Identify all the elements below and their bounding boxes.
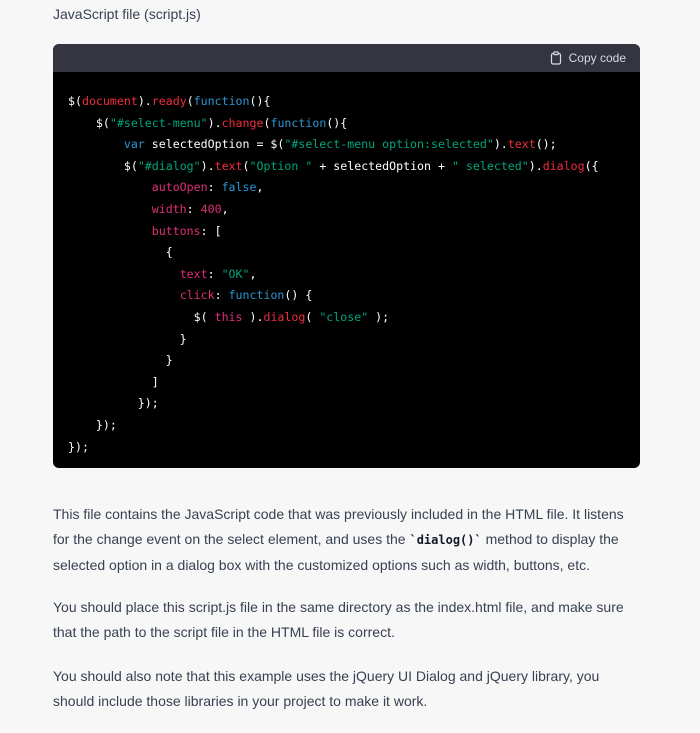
code-token: $( [68, 158, 138, 173]
code-line: } [68, 350, 625, 372]
code-token: , [249, 266, 257, 281]
clipboard-icon [549, 51, 563, 65]
code-token: ). [528, 158, 543, 173]
code-token: "#select-menu option:selected" [284, 137, 494, 152]
code-token: ( [242, 158, 250, 173]
code-token: ). [207, 115, 222, 130]
code-content: $(document).ready(function(){ $("#select… [53, 72, 640, 458]
code-line: $( this ).dialog( "close" ); [68, 307, 625, 329]
code-token: : [214, 288, 229, 303]
code-block: Copy code $(document).ready(function(){ … [53, 44, 640, 468]
code-token: false [221, 180, 257, 195]
code-line: ] [68, 372, 625, 394]
code-line: }); [68, 437, 625, 459]
code-line: $(document).ready(function(){ [68, 91, 625, 113]
code-line: }); [68, 415, 625, 437]
paragraph-explanation: This file contains the JavaScript code t… [53, 502, 643, 578]
code-token: function [270, 115, 327, 130]
code-token: : [ [200, 223, 222, 238]
code-token: + selectedOption + [312, 158, 452, 173]
copy-code-button[interactable]: Copy code [549, 51, 626, 65]
code-token: } [68, 353, 173, 368]
code-token: : [186, 201, 201, 216]
code-token: } [68, 331, 187, 346]
code-token: ] [68, 374, 159, 389]
copy-code-label: Copy code [568, 51, 626, 65]
code-token: : [207, 266, 222, 281]
code-line: text: "OK", [68, 264, 625, 286]
code-token: , [221, 201, 229, 216]
code-token: (); [535, 137, 557, 152]
code-token: () { [284, 288, 313, 303]
code-token: function [228, 288, 285, 303]
paragraph-note: You should also note that this example u… [53, 668, 600, 709]
code-token: "Option " [249, 158, 313, 173]
code-line: var selectedOption = $("#select-menu opt… [68, 134, 625, 156]
code-line: { [68, 242, 625, 264]
code-token: "close" [319, 309, 369, 324]
code-token: buttons [151, 223, 201, 238]
code-token: autoOpen [151, 180, 208, 195]
code-token: ready [151, 94, 187, 108]
code-token: "OK" [221, 266, 250, 281]
code-token: ). [242, 309, 264, 324]
code-token: }); [68, 417, 117, 432]
code-token: click [179, 288, 215, 303]
code-token: }); [68, 396, 159, 411]
code-line: $("#select-menu").change(function(){ [68, 113, 625, 135]
code-line: $("#dialog").text("Option " + selectedOp… [68, 156, 625, 178]
code-token: text [214, 158, 243, 173]
code-token: text [507, 137, 536, 152]
code-line: width: 400, [68, 199, 625, 221]
code-line: buttons: [ [68, 221, 625, 243]
code-line: }); [68, 393, 625, 415]
code-token: $( [68, 115, 110, 130]
file-title: JavaScript file (script.js) [53, 6, 201, 22]
code-token: var [123, 137, 145, 152]
code-token: change [221, 115, 264, 130]
code-token: $( [68, 94, 82, 108]
code-token: this [214, 309, 243, 324]
code-token: ). [493, 137, 508, 152]
code-token: " selected" [451, 158, 529, 173]
code-token: ( [305, 309, 320, 324]
code-token: : [207, 180, 222, 195]
code-line: autoOpen: false, [68, 177, 625, 199]
code-token: ). [200, 158, 215, 173]
code-token: (){ [326, 115, 348, 130]
code-token: $( [68, 309, 215, 324]
code-token: ); [368, 309, 390, 324]
code-header: Copy code [53, 44, 640, 72]
inline-code: `dialog()` [409, 533, 482, 547]
code-token: dialog [542, 158, 585, 173]
code-token: (){ [249, 94, 271, 108]
code-token: , [256, 180, 264, 195]
code-token: "#select-menu" [109, 115, 208, 130]
code-token: function [193, 94, 250, 108]
code-token: text [179, 266, 208, 281]
code-token: selectedOption = $( [144, 137, 285, 152]
code-token: }); [68, 439, 89, 454]
code-token: ). [137, 94, 152, 108]
code-token: dialog [263, 309, 306, 324]
code-token: width [151, 201, 187, 216]
code-token: "#dialog" [137, 158, 201, 173]
code-token: ({ [584, 158, 599, 173]
code-token: document [81, 94, 138, 108]
code-token: { [68, 245, 173, 260]
paragraph-placement: You should place this script.js file in … [53, 599, 624, 640]
code-line: click: function() { [68, 285, 625, 307]
code-token: 400 [200, 201, 222, 216]
code-token: ( [186, 94, 194, 108]
code-line: } [68, 329, 625, 351]
